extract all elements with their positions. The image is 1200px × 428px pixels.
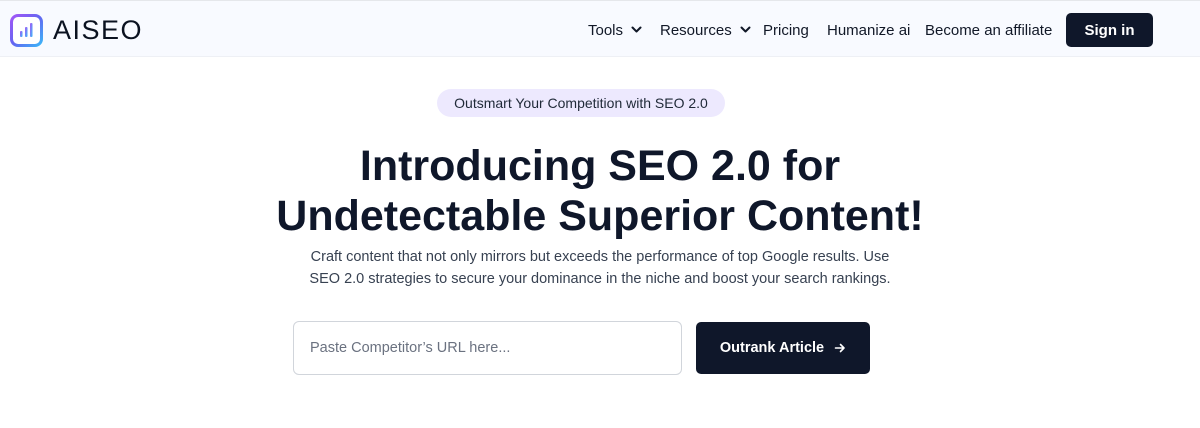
nav-item-pricing[interactable]: Pricing [763,20,809,40]
nav-item-label: Become an affiliate [925,21,1053,39]
site-header: AISEO Tools Resources Pricing Humanize a… [0,0,1200,57]
description-line-1: Craft content that not only mirrors but … [310,249,890,265]
competitor-url-input[interactable] [293,321,682,375]
nav-item-label: Humanize ai [827,21,911,39]
description-line-2: SEO 2.0 strategies to secure your domina… [309,271,891,287]
brand-name: AISEO [53,14,144,45]
page-title: Introducing SEO 2.0 for Undetectable Sup… [0,141,1200,241]
nav-item-become-affiliate[interactable]: Become an affiliate [925,20,1052,40]
outrank-article-label: Outrank Article [719,340,825,356]
logo[interactable]: AISEO [10,13,143,47]
outrank-article-button[interactable]: Outrank Article [696,322,870,374]
sign-in-button[interactable]: Sign in [1066,13,1153,47]
nav-item-label: Tools [588,21,624,39]
bar-chart-logo-icon [10,13,43,47]
hero-description: Craft content that not only mirrors but … [280,246,920,290]
nav-item-tools[interactable]: Tools [588,20,642,40]
chevron-down-icon [631,26,642,34]
hero-badge: Outsmart Your Competition with SEO 2.0 [437,89,725,117]
headline-line-1: Introducing SEO 2.0 for [359,142,841,190]
chevron-down-icon [740,26,751,34]
nav-item-humanize-ai[interactable]: Humanize ai [827,20,910,40]
nav-item-label: Pricing [763,21,809,39]
nav-item-resources[interactable]: Resources [660,20,751,40]
headline-line-2: Undetectable Superior Content! [276,192,924,240]
arrow-right-icon [834,342,846,354]
nav-item-label: Resources [660,21,732,39]
